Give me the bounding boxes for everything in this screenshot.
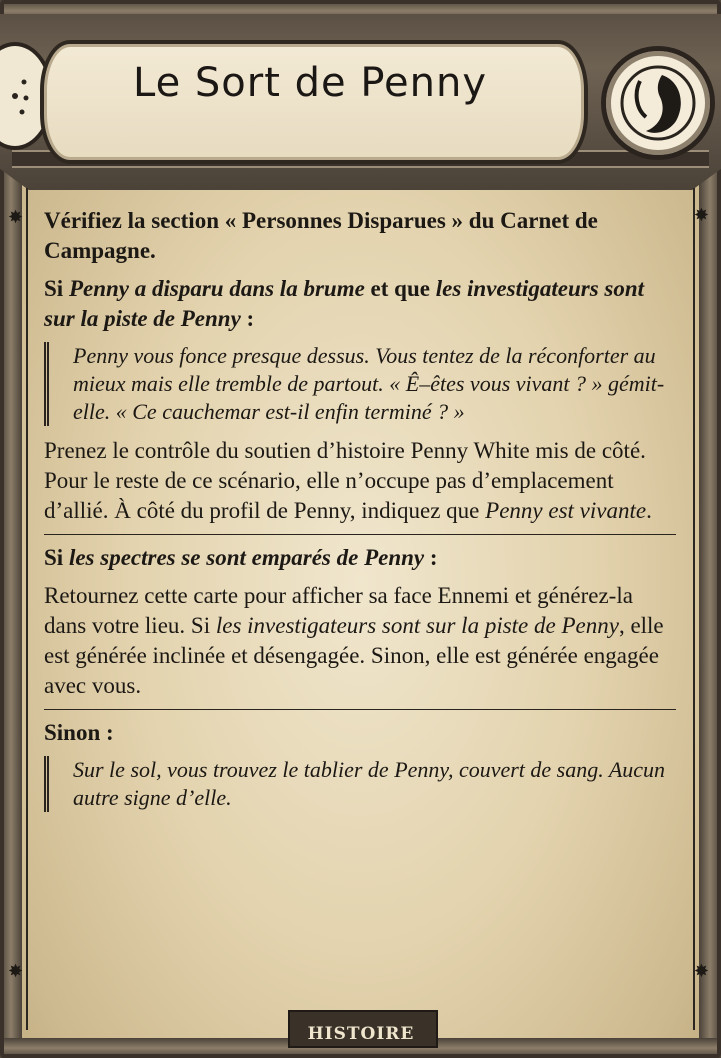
condition-3: Sinon : [44, 720, 114, 745]
resolution-1-italic: Penny est vivante [485, 498, 647, 523]
resolution-1: Prenez le contrôle du soutien d’histoire… [44, 436, 676, 526]
condition-1-italic-1: Penny a disparu dans la brume [68, 276, 365, 301]
star-icon: ✸ [693, 961, 709, 981]
section-divider [44, 534, 676, 535]
section-divider [44, 709, 676, 710]
condition-1-mid: et que [364, 276, 436, 301]
condition-1-prefix: Si [44, 276, 69, 301]
star-icon: ✸ [693, 205, 709, 225]
condition-2: Si les spectres se sont emparés de Penny… [44, 543, 676, 573]
resolution-2-italic: les investigateurs sont sur la piste de … [215, 613, 619, 638]
card-title: Le Sort de Penny [132, 60, 487, 106]
condition-2-prefix: Si [44, 545, 69, 570]
story-card: Le Sort de Penny ✸ ✸ ✸ ✸ Vérifiez la sec… [0, 0, 721, 1058]
condition-2-italic: les spectres se sont emparés de Penny [68, 545, 425, 570]
star-icon: ✸ [8, 961, 24, 981]
flavor-quote-1: Penny vous fonce presque dessus. Vous te… [44, 342, 676, 426]
intro-text: Vérifiez la section « Personnes Disparue… [44, 208, 598, 263]
moon-claw-icon [601, 46, 715, 160]
star-icon: ✸ [8, 207, 24, 227]
card-text: Vérifiez la section « Personnes Disparue… [44, 206, 676, 822]
condition-1: Si Penny a disparu dans la brume et que … [44, 274, 676, 334]
resolution-1-end: . [646, 498, 652, 523]
condition-2-suffix: : [424, 545, 438, 570]
resolution-2: Retournez cette carte pour afficher sa f… [44, 581, 676, 701]
condition-1-suffix: : [240, 306, 255, 331]
card-type-label: HISTOIRE [307, 1024, 415, 1044]
flavor-quote-2: Sur le sol, vous trouvez le tablier de P… [44, 756, 676, 812]
